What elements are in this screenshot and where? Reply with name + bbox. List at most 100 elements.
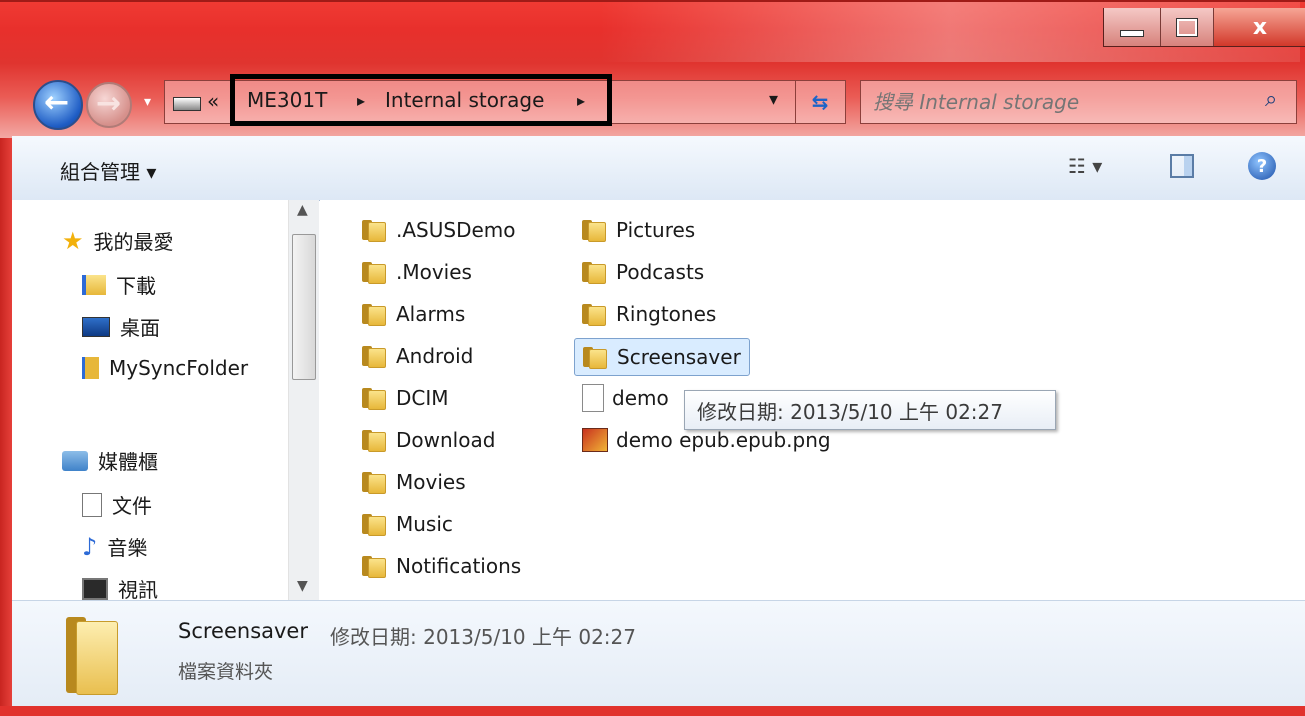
folder-name: Android	[396, 344, 474, 368]
nav-item-downloads[interactable]: 下載	[82, 270, 156, 299]
navigation-pane: ★ 我的最愛 下載 桌面 MySyncFolder 媒體櫃 文件 ♪ 音樂 視訊	[12, 200, 288, 603]
folder-icon	[362, 302, 388, 326]
nav-scrollbar[interactable]: ▲ ▼	[288, 200, 319, 600]
folder-name: Podcasts	[616, 260, 705, 284]
tooltip: 修改日期: 2013/5/10 上午 02:27	[684, 390, 1056, 430]
address-dropdown-icon[interactable]: ▾	[769, 89, 778, 110]
nav-item-music[interactable]: ♪ 音樂	[82, 532, 147, 561]
folder-icon	[582, 260, 608, 284]
nav-libraries[interactable]: 媒體櫃	[62, 446, 158, 475]
image-file-icon	[582, 428, 608, 452]
maximize-button[interactable]	[1161, 8, 1214, 46]
nav-item-label: 音樂	[107, 536, 148, 560]
folder-icon	[362, 554, 388, 578]
folder-icon	[583, 345, 609, 369]
search-icon[interactable]: ⌕	[1265, 87, 1277, 112]
command-bar: 組合管理 ▾ ☷ ▾ ?	[12, 136, 1305, 201]
folder-item[interactable]: Notifications	[362, 550, 521, 582]
help-icon: ?	[1256, 155, 1268, 177]
refresh-icon: ⇆	[811, 90, 829, 114]
preview-pane-button[interactable]	[1170, 154, 1194, 178]
nav-item-label: 下載	[116, 274, 156, 298]
nav-item-mysyncfolder[interactable]: MySyncFolder	[82, 356, 248, 380]
folder-item[interactable]: Movies	[362, 466, 466, 498]
nav-item-desktop[interactable]: 桌面	[82, 312, 160, 341]
file-item[interactable]: demo	[582, 382, 669, 414]
folder-icon	[362, 386, 388, 410]
folder-item[interactable]: Alarms	[362, 298, 465, 330]
folder-item[interactable]: Android	[362, 340, 473, 372]
folder-item[interactable]: .ASUSDemo	[362, 214, 516, 246]
minimize-icon	[1120, 29, 1144, 37]
file-name: demo epub.epub.png	[616, 428, 831, 452]
folder-item[interactable]: .Movies	[362, 256, 472, 288]
folder-name: Download	[396, 428, 496, 452]
forward-arrow-icon: →	[96, 86, 122, 121]
folder-name: Music	[396, 512, 453, 536]
close-button[interactable]: x	[1214, 8, 1305, 46]
folder-name: Movies	[396, 470, 466, 494]
nav-item-documents[interactable]: 文件	[82, 490, 152, 519]
details-folder-icon	[66, 613, 118, 695]
folder-name: Ringtones	[616, 302, 717, 326]
view-options-button[interactable]: ☷ ▾	[1068, 154, 1102, 178]
back-arrow-icon: ←	[44, 85, 70, 120]
libraries-icon	[62, 450, 88, 471]
search-input[interactable]	[871, 87, 1255, 117]
video-icon	[82, 577, 108, 600]
folder-icon	[362, 260, 388, 284]
folder-item[interactable]: Music	[362, 508, 453, 540]
folder-icon	[362, 512, 388, 536]
folder-icon	[362, 428, 388, 452]
drive-icon	[173, 97, 201, 111]
music-icon: ♪	[82, 532, 98, 561]
scroll-up-icon[interactable]: ▲	[297, 202, 308, 218]
details-type: 檔案資料夾	[178, 661, 274, 683]
folder-item[interactable]: Download	[362, 424, 495, 456]
explorer-window: x ← → ▾ « ME301T ▸ Internal storage ▸ ▾ …	[0, 0, 1305, 716]
scroll-thumb[interactable]	[292, 234, 316, 380]
address-overflow[interactable]: «	[207, 89, 219, 113]
folder-icon	[362, 218, 388, 242]
nav-item-label: 視訊	[118, 578, 158, 602]
tooltip-text: 修改日期: 2013/5/10 上午 02:27	[697, 399, 1003, 424]
folder-name: .Movies	[396, 260, 472, 284]
folder-item[interactable]: Ringtones	[582, 298, 716, 330]
minimize-button[interactable]	[1104, 8, 1161, 46]
search-box[interactable]: ⌕	[860, 80, 1297, 124]
folder-icon	[362, 470, 388, 494]
folder-name: Alarms	[396, 302, 466, 326]
folder-icon	[582, 218, 608, 242]
folder-name: Notifications	[396, 554, 522, 578]
recent-pages-dropdown[interactable]: ▾	[144, 94, 158, 110]
address-highlight-box	[230, 74, 612, 126]
folder-item[interactable]: DCIM	[362, 382, 449, 414]
refresh-button[interactable]: ⇆	[795, 81, 844, 123]
window-bottom-border	[0, 706, 1305, 716]
folder-item-selected[interactable]: Screensaver	[574, 338, 750, 376]
help-button[interactable]: ?	[1248, 152, 1276, 180]
details-pane: Screensaver 修改日期: 2013/5/10 上午 02:27 檔案資…	[12, 600, 1305, 707]
preview-pane-icon	[1184, 156, 1192, 176]
scroll-down-icon[interactable]: ▼	[297, 578, 308, 594]
organize-menu[interactable]: 組合管理 ▾	[60, 156, 156, 185]
nav-item-label: 桌面	[120, 316, 160, 340]
view-grid-icon: ☷	[1068, 154, 1086, 178]
back-button[interactable]: ←	[33, 80, 83, 130]
folder-icon	[362, 344, 388, 368]
forward-button[interactable]: →	[86, 82, 132, 128]
folder-item[interactable]: Pictures	[582, 214, 695, 246]
nav-favorites-label: 我的最愛	[93, 230, 174, 254]
file-icon	[582, 384, 604, 412]
nav-item-videos[interactable]: 視訊	[82, 574, 158, 603]
nav-item-label: 文件	[112, 494, 152, 518]
downloads-icon	[82, 274, 106, 295]
folder-name: Pictures	[616, 218, 696, 242]
folder-name: Screensaver	[617, 345, 741, 369]
nav-favorites[interactable]: ★ 我的最愛	[62, 226, 174, 255]
folder-name: DCIM	[396, 386, 449, 410]
folder-item[interactable]: Podcasts	[582, 256, 704, 288]
details-name: Screensaver	[178, 619, 308, 643]
nav-libraries-label: 媒體櫃	[98, 450, 158, 474]
details-modified: 修改日期: 2013/5/10 上午 02:27	[330, 625, 636, 649]
